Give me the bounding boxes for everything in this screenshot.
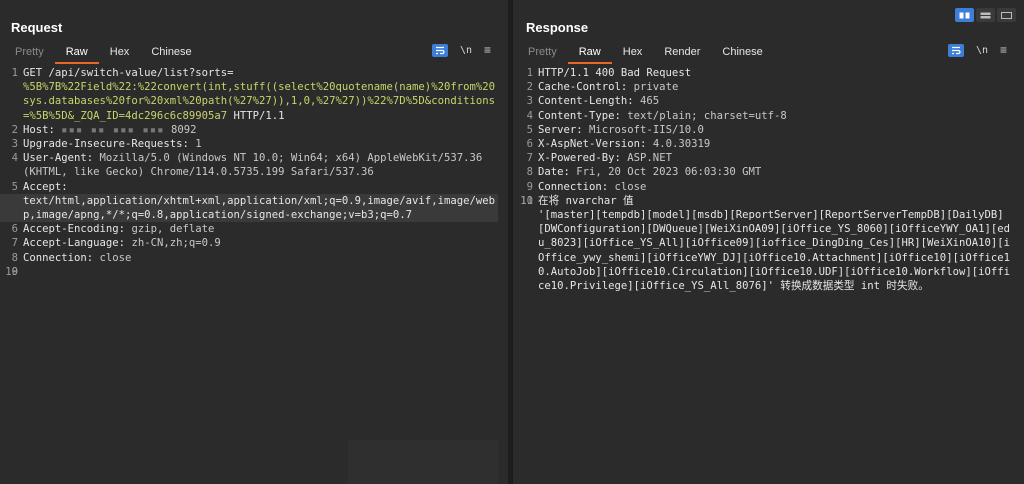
code-line: 1 HTTP/1.1 400 Bad Request	[513, 66, 1016, 80]
layout-split-icon[interactable]	[955, 8, 974, 22]
line-number: 4	[11, 152, 18, 165]
line-text: Upgrade-Insecure-Requests: 1	[23, 138, 202, 151]
code-line: 9 Connection: close	[513, 180, 1016, 194]
line-text: 在将 nvarchar 值	[538, 194, 634, 207]
newline-toggle[interactable]: \n	[976, 45, 988, 56]
menu-icon[interactable]: ≡	[484, 43, 491, 57]
tab-chinese[interactable]: Chinese	[711, 44, 773, 62]
line-text: text/html,application/xhtml+xml,applicat…	[23, 194, 495, 222]
line-text: X-AspNet-Version: 4.0.30319	[538, 138, 711, 151]
line-text: User-Agent: Mozilla/5.0 (Windows NT 10.0…	[23, 152, 489, 179]
layout-horizontal-icon[interactable]	[976, 8, 995, 22]
code-line: 2 Host: ▪▪▪ ▪▪ ▪▪▪ ▪▪▪ 8092	[0, 123, 498, 137]
line-number: 2	[526, 81, 533, 94]
newline-toggle[interactable]: \n	[460, 45, 472, 56]
line-number: 6	[526, 138, 533, 151]
code-line: 5 Accept:	[0, 180, 498, 194]
line-text: X-Powered-By: ASP.NET	[538, 152, 672, 165]
line-text: Content-Type: text/plain; charset=utf-8	[538, 109, 787, 122]
host-port: 8092	[164, 123, 197, 136]
line-text: Accept:	[23, 180, 68, 193]
line-number: 5	[11, 180, 18, 193]
layout-vertical-icon[interactable]	[997, 8, 1016, 22]
layout-toggle	[955, 8, 1016, 22]
code-line: '[master][tempdb][model][msdb][ReportSer…	[513, 208, 1016, 293]
code-line: 8 Connection: close	[0, 251, 498, 265]
code-line: 6 X-AspNet-Version: 4.0.30319	[513, 137, 1016, 151]
code-line: text/html,application/xhtml+xml,applicat…	[0, 193, 498, 223]
wrap-lines-icon[interactable]	[432, 43, 448, 57]
response-editor[interactable]: 1 HTTP/1.1 400 Bad Request 2 Cache-Control:…	[513, 66, 1024, 484]
response-pane: Response Pretty Raw Hex Render Chinese \…	[512, 0, 1024, 484]
line-number: 7	[526, 152, 533, 165]
tab-render[interactable]: Render	[653, 44, 711, 62]
tab-pretty[interactable]: Pretty	[4, 44, 55, 62]
line-text: Accept-Encoding: gzip, deflate	[23, 223, 215, 236]
tab-raw[interactable]: Raw	[54, 44, 99, 64]
line-number: 1	[526, 67, 533, 79]
line-text: Date: Fri, 20 Oct 2023 06:03:30 GMT	[538, 166, 762, 179]
line-text: GET /api/switch-value/list?sorts=	[23, 67, 234, 79]
code-line: 4 Content-Type: text/plain; charset=utf-8	[513, 109, 1016, 123]
wrap-lines-icon[interactable]	[948, 43, 964, 57]
redacted-host: ▪▪▪ ▪▪ ▪▪▪ ▪▪▪	[61, 123, 165, 136]
code-line: 5 Server: Microsoft-IIS/10.0	[513, 123, 1016, 137]
line-number: 9	[526, 180, 533, 193]
tab-raw[interactable]: Raw	[567, 44, 612, 64]
response-title: Response	[526, 20, 589, 35]
overlay-box	[348, 440, 498, 484]
code-line: %5B%7B%22Field%22:%22convert(int,stuff((…	[0, 80, 498, 123]
tab-hex[interactable]: Hex	[612, 44, 654, 62]
code-line: 7 X-Powered-By: ASP.NET	[513, 151, 1016, 165]
request-pane: Request Pretty Raw Hex Chinese \n ≡ 1 GET…	[0, 0, 509, 484]
request-tabs: Pretty Raw Hex Chinese	[4, 44, 203, 64]
line-number: 3	[526, 95, 533, 108]
request-tools: \n ≡	[432, 43, 491, 57]
line-text: Connection: close	[23, 251, 132, 264]
line-text: '[master][tempdb][model][msdb][ReportSer…	[538, 209, 1010, 293]
code-line: 6 Accept-Encoding: gzip, deflate	[0, 222, 498, 236]
line-text: Cache-Control: private	[538, 81, 679, 94]
line-text: Content-Length: 465	[538, 95, 660, 108]
code-line: 8 Date: Fri, 20 Oct 2023 06:03:30 GMT	[513, 165, 1016, 179]
code-line: 3 Content-Length: 465	[513, 94, 1016, 108]
code-line: 7 Accept-Language: zh-CN,zh;q=0.9	[0, 236, 498, 250]
tab-hex[interactable]: Hex	[99, 44, 141, 62]
line-number: 2	[11, 123, 18, 136]
code-line: 3 Upgrade-Insecure-Requests: 1	[0, 137, 498, 151]
code-line: 4 User-Agent: Mozilla/5.0 (Windows NT 10.…	[0, 151, 498, 179]
line-text: Connection: close	[538, 180, 647, 193]
line-number: 4	[526, 109, 533, 122]
response-tabs: Pretty Raw Hex Render Chinese	[517, 44, 774, 64]
request-editor[interactable]: 1 GET /api/switch-value/list?sorts= %5B%7B…	[0, 66, 508, 484]
response-tools: \n ≡	[948, 43, 1007, 57]
line-text: Server: Microsoft-IIS/10.0	[538, 123, 704, 136]
line-number: 1	[11, 67, 18, 79]
menu-icon[interactable]: ≡	[1000, 43, 1007, 57]
line-number: 3	[11, 138, 18, 151]
line-text: HTTP/1.1 400 Bad Request	[538, 67, 692, 79]
tab-chinese[interactable]: Chinese	[140, 44, 202, 62]
line-text: Accept-Language: zh-CN,zh;q=0.9	[23, 237, 221, 250]
line-number: 8	[11, 251, 18, 264]
code-line: 11 在将 nvarchar 值	[513, 194, 1016, 208]
line-text: Host:	[23, 123, 55, 136]
code-line: 1 GET /api/switch-value/list?sorts=	[0, 66, 498, 80]
line-number: 10	[5, 265, 18, 278]
code-line: 2 Cache-Control: private	[513, 80, 1016, 94]
line-number: 7	[11, 237, 18, 250]
request-title: Request	[11, 20, 63, 35]
line-number: 5	[526, 123, 533, 136]
line-text: %5B%7B%22Field%22:%22convert(int,stuff((…	[23, 81, 495, 122]
line-number: 8	[526, 166, 533, 179]
line-number: 6	[11, 223, 18, 236]
tab-pretty[interactable]: Pretty	[517, 44, 568, 62]
line-number: 11	[520, 194, 533, 207]
